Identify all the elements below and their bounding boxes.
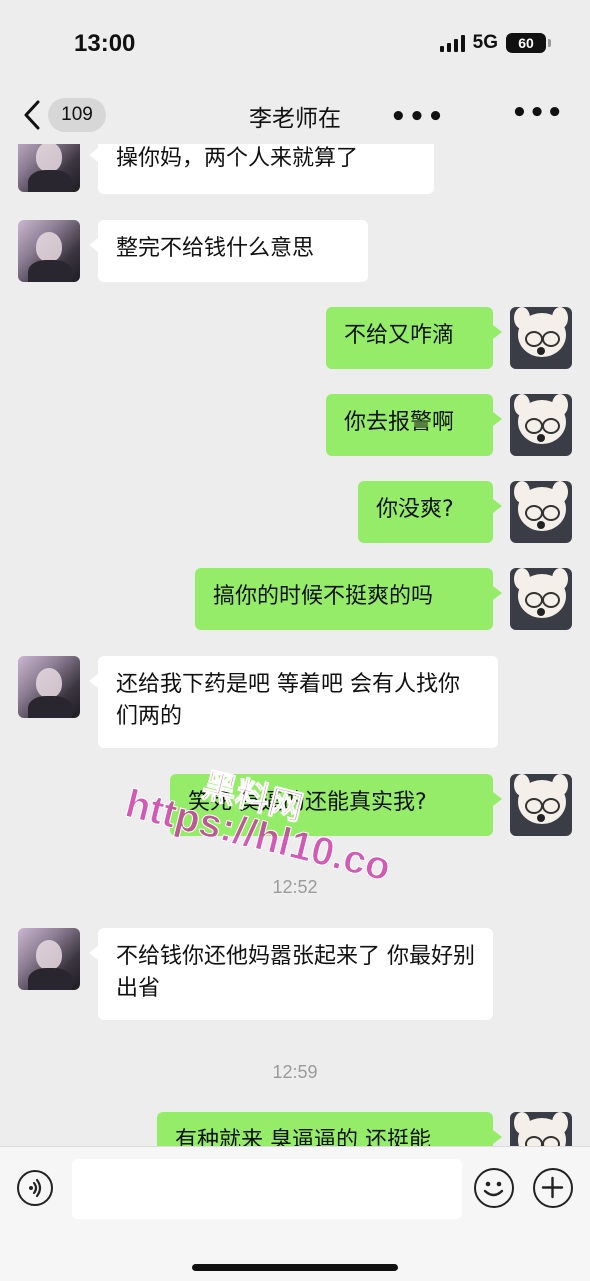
message-bubble-outgoing[interactable]: 你没爽?	[358, 481, 502, 543]
input-bar	[0, 1146, 590, 1281]
typing-indicator: •••	[390, 102, 446, 132]
message-bubble-outgoing[interactable]: 有种就来 臭逼逼的 还挺能	[157, 1112, 502, 1146]
message-timestamp: 12:59	[272, 1062, 318, 1082]
self-avatar[interactable]	[510, 481, 572, 543]
battery-icon: 60	[506, 33, 551, 53]
message-input[interactable]	[72, 1159, 462, 1219]
network-label: 5G	[472, 32, 498, 53]
more-icon[interactable]: •••	[511, 98, 564, 128]
status-bar: 13:00 5G 60	[0, 0, 590, 88]
message-timestamp: 12:52	[272, 877, 318, 897]
status-time: 13:00	[74, 30, 136, 57]
emoji-icon[interactable]	[474, 1168, 514, 1208]
message-bubble-incoming[interactable]: 还给我下药是吧 等着吧 会有人找你们两的	[89, 656, 498, 748]
contact-avatar[interactable]	[18, 656, 80, 718]
chat-header: 109 李老师在 ••• •••	[0, 88, 590, 144]
contact-avatar[interactable]	[18, 220, 80, 282]
message-bubble-incoming[interactable]: 不给钱你还他妈嚣张起来了 你最好别出省	[89, 928, 493, 1020]
chat-title: 李老师在	[249, 106, 341, 132]
message-bubble-outgoing[interactable]: 不给又咋滴	[326, 307, 502, 369]
self-avatar[interactable]	[510, 774, 572, 836]
self-avatar[interactable]	[510, 307, 572, 369]
self-avatar[interactable]	[510, 568, 572, 630]
self-avatar[interactable]	[510, 1112, 572, 1146]
contact-avatar[interactable]	[18, 144, 80, 192]
message-bubble-outgoing[interactable]: 你去报警啊	[326, 394, 502, 456]
plus-icon[interactable]	[533, 1168, 573, 1208]
message-bubble-incoming[interactable]: 整完不给钱什么意思	[89, 220, 368, 282]
chat-messages[interactable]: 操你妈，两个人来就算了 整完不给钱什么意思 不给又咋滴 你去报警啊 你没爽? 搞…	[0, 144, 590, 1146]
self-avatar[interactable]	[510, 394, 572, 456]
status-right: 5G 60	[439, 32, 551, 54]
message-bubble-outgoing[interactable]: 笑死 臭逼的还能真实我?	[170, 774, 502, 836]
voice-icon[interactable]	[17, 1170, 53, 1206]
message-bubble-incoming[interactable]: 操你妈，两个人来就算了	[89, 144, 434, 194]
home-indicator	[192, 1264, 398, 1271]
message-bubble-outgoing[interactable]: 搞你的时候不挺爽的吗	[195, 568, 502, 630]
signal-icon	[439, 34, 465, 52]
contact-avatar[interactable]	[18, 928, 80, 990]
